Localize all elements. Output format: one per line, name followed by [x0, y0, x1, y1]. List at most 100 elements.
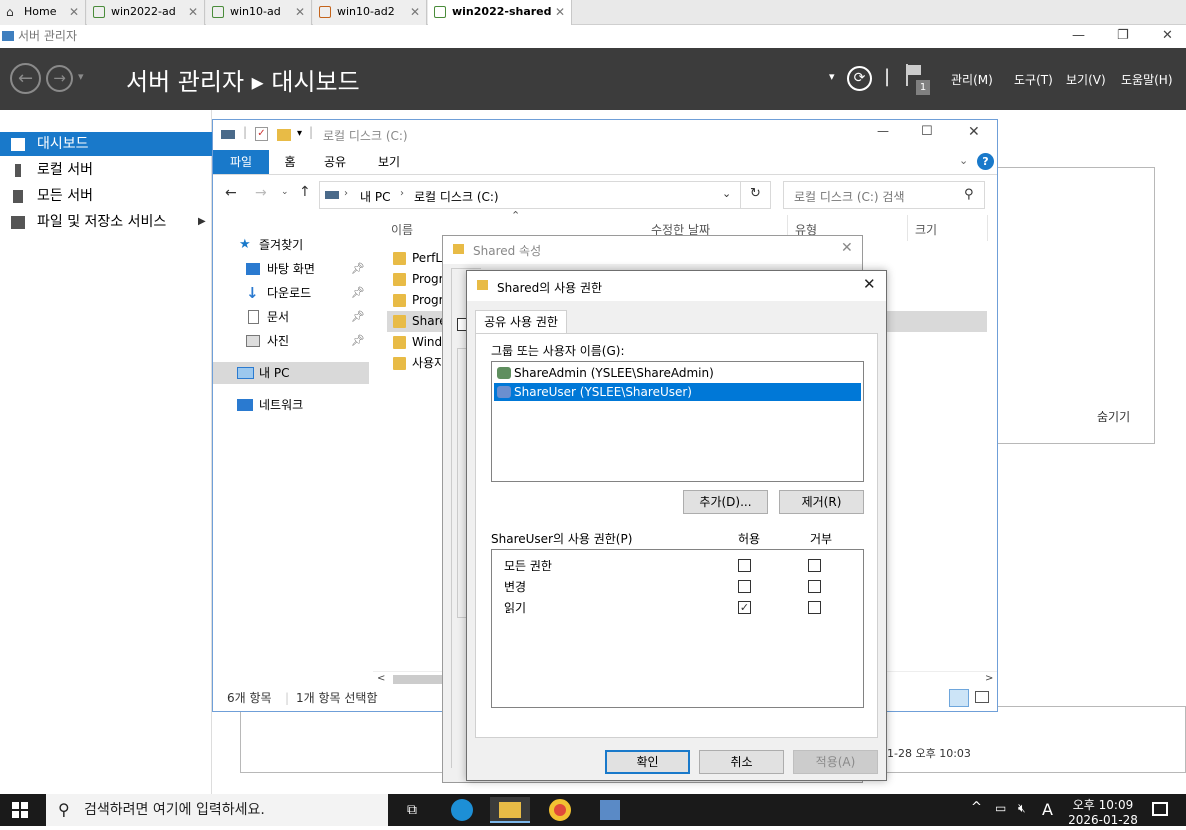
ok-button[interactable]: 확인 [605, 750, 690, 774]
chevron-up-icon[interactable]: ^ [971, 800, 982, 815]
nav-item-documents[interactable]: 문서 📌︎ [213, 306, 369, 328]
details-view-icon[interactable] [949, 689, 969, 707]
close-icon[interactable]: ✕ [1162, 25, 1173, 47]
volume-muted-icon[interactable]: 🔇︎ [1018, 801, 1026, 816]
deny-checkbox[interactable] [808, 601, 821, 614]
flag-icon[interactable]: 1 [906, 64, 930, 95]
sidebar-item-file-storage[interactable]: 파일 및 저장소 서비스 ▶ [0, 210, 212, 234]
nav-item-network[interactable]: 네트워크 [213, 394, 369, 416]
close-icon[interactable]: ✕ [841, 240, 853, 256]
column-header-name[interactable]: 이름 [391, 221, 413, 238]
properties-icon[interactable]: ✓ [255, 127, 268, 141]
menu-view[interactable]: 보기(V) [1066, 71, 1106, 88]
nav-item-pictures[interactable]: 사진 📌︎ [213, 330, 369, 352]
deny-checkbox[interactable] [808, 559, 821, 572]
minimize-icon[interactable]: — [877, 124, 889, 138]
list-item-share-user-selected[interactable]: ShareUser (YSLEE\ShareUser) [494, 383, 861, 401]
history-dropdown-icon[interactable]: ▾ [78, 70, 84, 83]
vm-tab-label: win10-ad2 [337, 5, 395, 18]
clock-date[interactable]: 2026-01-28 [1068, 813, 1138, 827]
close-icon[interactable]: ✕ [968, 124, 980, 140]
maximize-icon[interactable]: ☐ [921, 124, 933, 139]
folder-icon [393, 252, 406, 265]
tab-file[interactable]: 파일 [213, 150, 269, 174]
refresh-icon[interactable]: ↻ [750, 186, 761, 201]
maximize-icon[interactable]: ❐ [1117, 25, 1129, 47]
cancel-button[interactable]: 취소 [699, 750, 784, 774]
allow-checkbox[interactable] [738, 559, 751, 572]
address-bar[interactable]: › 내 PC › 로컬 디스크 (C:) ⌄ ↻ [319, 181, 771, 209]
allow-checkbox[interactable] [738, 580, 751, 593]
tab-view[interactable]: 보기 [371, 150, 407, 174]
allow-checkbox-checked[interactable]: ✓ [738, 601, 751, 614]
sidebar-item-dashboard[interactable]: 대시보드 [0, 132, 212, 156]
nav-item-my-pc[interactable]: 내 PC [213, 362, 369, 384]
vm-tab-win2022-ad[interactable]: win2022-ad ✕ [87, 0, 205, 25]
chevron-down-icon[interactable]: ▾ [829, 70, 835, 83]
vm-tab-home[interactable]: ⌂ Home ✕ [0, 0, 86, 25]
network-tray-icon[interactable]: ▭ [995, 801, 1006, 815]
column-header-size[interactable]: 크기 [915, 221, 937, 238]
nav-item-quick-access[interactable]: ★ 즐겨찾기 [213, 234, 369, 256]
add-button[interactable]: 추가(D)... [683, 490, 768, 514]
windows-start-icon[interactable] [12, 802, 28, 818]
ime-indicator[interactable]: A [1042, 800, 1053, 819]
server-manager-icon [2, 31, 14, 41]
up-arrow-icon[interactable]: ↑ [299, 184, 311, 200]
customize-qat-icon[interactable]: ▾ [297, 128, 302, 139]
menu-help[interactable]: 도움말(H) [1121, 71, 1173, 88]
close-icon[interactable]: ✕ [188, 0, 198, 24]
tab-home[interactable]: 홈 [275, 150, 305, 174]
expand-ribbon-icon[interactable]: ⌄ [959, 154, 968, 167]
close-icon[interactable]: ✕ [295, 0, 305, 24]
search-input[interactable]: 로컬 디스크 (C:) 검색 ⚲ [783, 181, 985, 209]
sidebar-item-all-servers[interactable]: 모든 서버 [0, 184, 212, 208]
breadcrumb-local-disk[interactable]: 로컬 디스크 (C:) [414, 188, 499, 205]
close-icon[interactable]: ✕ [555, 0, 565, 24]
tab-share[interactable]: 공유 [317, 150, 353, 174]
deny-checkbox[interactable] [808, 580, 821, 593]
menu-tools[interactable]: 도구(T) [1014, 71, 1053, 88]
help-icon[interactable]: ? [977, 153, 994, 170]
close-icon[interactable]: ✕ [410, 0, 420, 24]
menu-manage[interactable]: 관리(M) [951, 71, 993, 88]
forward-arrow-icon[interactable]: → [255, 185, 267, 201]
recent-locations-icon[interactable]: ⌄ [281, 187, 289, 197]
close-icon[interactable]: ✕ [863, 275, 876, 293]
list-item-share-admin[interactable]: ShareAdmin (YSLEE\ShareAdmin) [494, 364, 861, 382]
forward-arrow-icon[interactable]: → [46, 65, 73, 92]
scroll-left-icon[interactable]: < [377, 673, 385, 684]
scroll-right-icon[interactable]: > [985, 673, 993, 684]
back-arrow-icon[interactable]: ← [10, 63, 41, 94]
notification-center-icon[interactable] [1152, 802, 1168, 816]
sidebar-item-local-server[interactable]: 로컬 서버 [0, 158, 212, 182]
new-folder-icon[interactable] [277, 129, 291, 141]
close-icon[interactable]: ✕ [69, 0, 79, 24]
chevron-right-icon[interactable]: ▶ [198, 210, 206, 234]
nav-item-desktop[interactable]: 바탕 화면 📌︎ [213, 258, 369, 280]
search-icon[interactable]: ⚲ [964, 187, 974, 202]
large-icons-view-icon[interactable] [975, 691, 989, 703]
taskbar-search-box[interactable]: ⚲ 검색하려면 여기에 입력하세요. [46, 794, 388, 826]
edge-icon[interactable] [442, 797, 482, 823]
nav-item-label: 다운로드 [267, 286, 312, 300]
breadcrumb-my-pc[interactable]: 내 PC [360, 188, 390, 205]
refresh-icon[interactable]: ⟳ [847, 66, 872, 91]
minimize-icon[interactable]: — [1072, 25, 1085, 47]
remove-button[interactable]: 제거(R) [779, 490, 864, 514]
server-manager-taskbar-icon[interactable] [590, 797, 630, 823]
nav-item-downloads[interactable]: ↓ 다운로드 📌︎ [213, 282, 369, 304]
vm-tab-win10-ad2[interactable]: win10-ad2 ✕ [313, 0, 427, 25]
back-arrow-icon[interactable]: ← [225, 185, 237, 201]
task-view-icon[interactable]: ⧉ [392, 797, 432, 823]
vm-tab-win10-ad[interactable]: win10-ad ✕ [206, 0, 312, 25]
chrome-icon[interactable] [540, 797, 580, 823]
tab-share-permissions[interactable]: 공유 사용 권한 [475, 310, 567, 334]
hide-link[interactable]: 숨기기 [1097, 408, 1130, 425]
vm-tab-win2022-shared[interactable]: win2022-shared ✕ [428, 0, 572, 25]
clock-time[interactable]: 오후 10:09 [1068, 796, 1138, 813]
address-dropdown-icon[interactable]: ⌄ [722, 187, 731, 200]
file-explorer-icon[interactable] [490, 797, 530, 823]
apply-button[interactable]: 적용(A) [793, 750, 878, 774]
storage-icon [11, 216, 25, 229]
